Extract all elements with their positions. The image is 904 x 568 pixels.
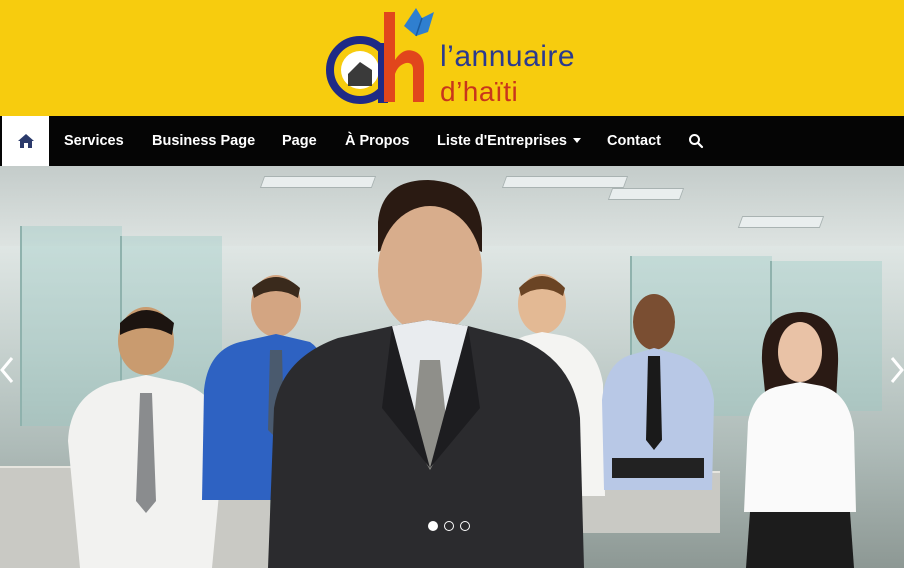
nav-home-button[interactable]: [2, 116, 49, 166]
logo-title: l’annuaire: [440, 40, 576, 73]
nav-search-button[interactable]: [688, 133, 704, 149]
nav-item-services[interactable]: Services: [64, 116, 124, 166]
chevron-right-icon[interactable]: [890, 356, 904, 384]
nav-item-liste-entreprises[interactable]: Liste d'Entreprises: [437, 116, 581, 166]
ceiling-light: [607, 188, 685, 200]
search-icon: [689, 134, 704, 149]
nav-item-business-page[interactable]: Business Page: [152, 116, 255, 166]
slider-dot-3[interactable]: [460, 521, 470, 531]
slider-pagination: [428, 521, 478, 535]
nav-item-a-propos[interactable]: À Propos: [345, 116, 409, 166]
caret-down-icon: [572, 137, 581, 143]
chevron-left-icon[interactable]: [0, 356, 14, 384]
ceiling-light: [737, 216, 825, 228]
nav-item-contact[interactable]: Contact: [607, 116, 661, 166]
nav-item-liste-entreprises-label: Liste d'Entreprises: [437, 133, 567, 149]
slider-dot-2[interactable]: [444, 521, 454, 531]
person-businessman: [268, 180, 584, 568]
site-header: l’annuaire d’haïti: [0, 0, 904, 116]
hero-slider[interactable]: [0, 166, 904, 568]
slider-dot-1[interactable]: [428, 521, 438, 531]
nav-item-page[interactable]: Page: [282, 116, 317, 166]
main-navigation: Services Business Page Page À Propos Lis…: [0, 116, 904, 166]
person-light-blue-shirt: [602, 294, 714, 490]
logo-subtitle: d’haïti: [440, 76, 519, 107]
home-icon: [17, 134, 34, 148]
person-woman: [744, 312, 856, 568]
